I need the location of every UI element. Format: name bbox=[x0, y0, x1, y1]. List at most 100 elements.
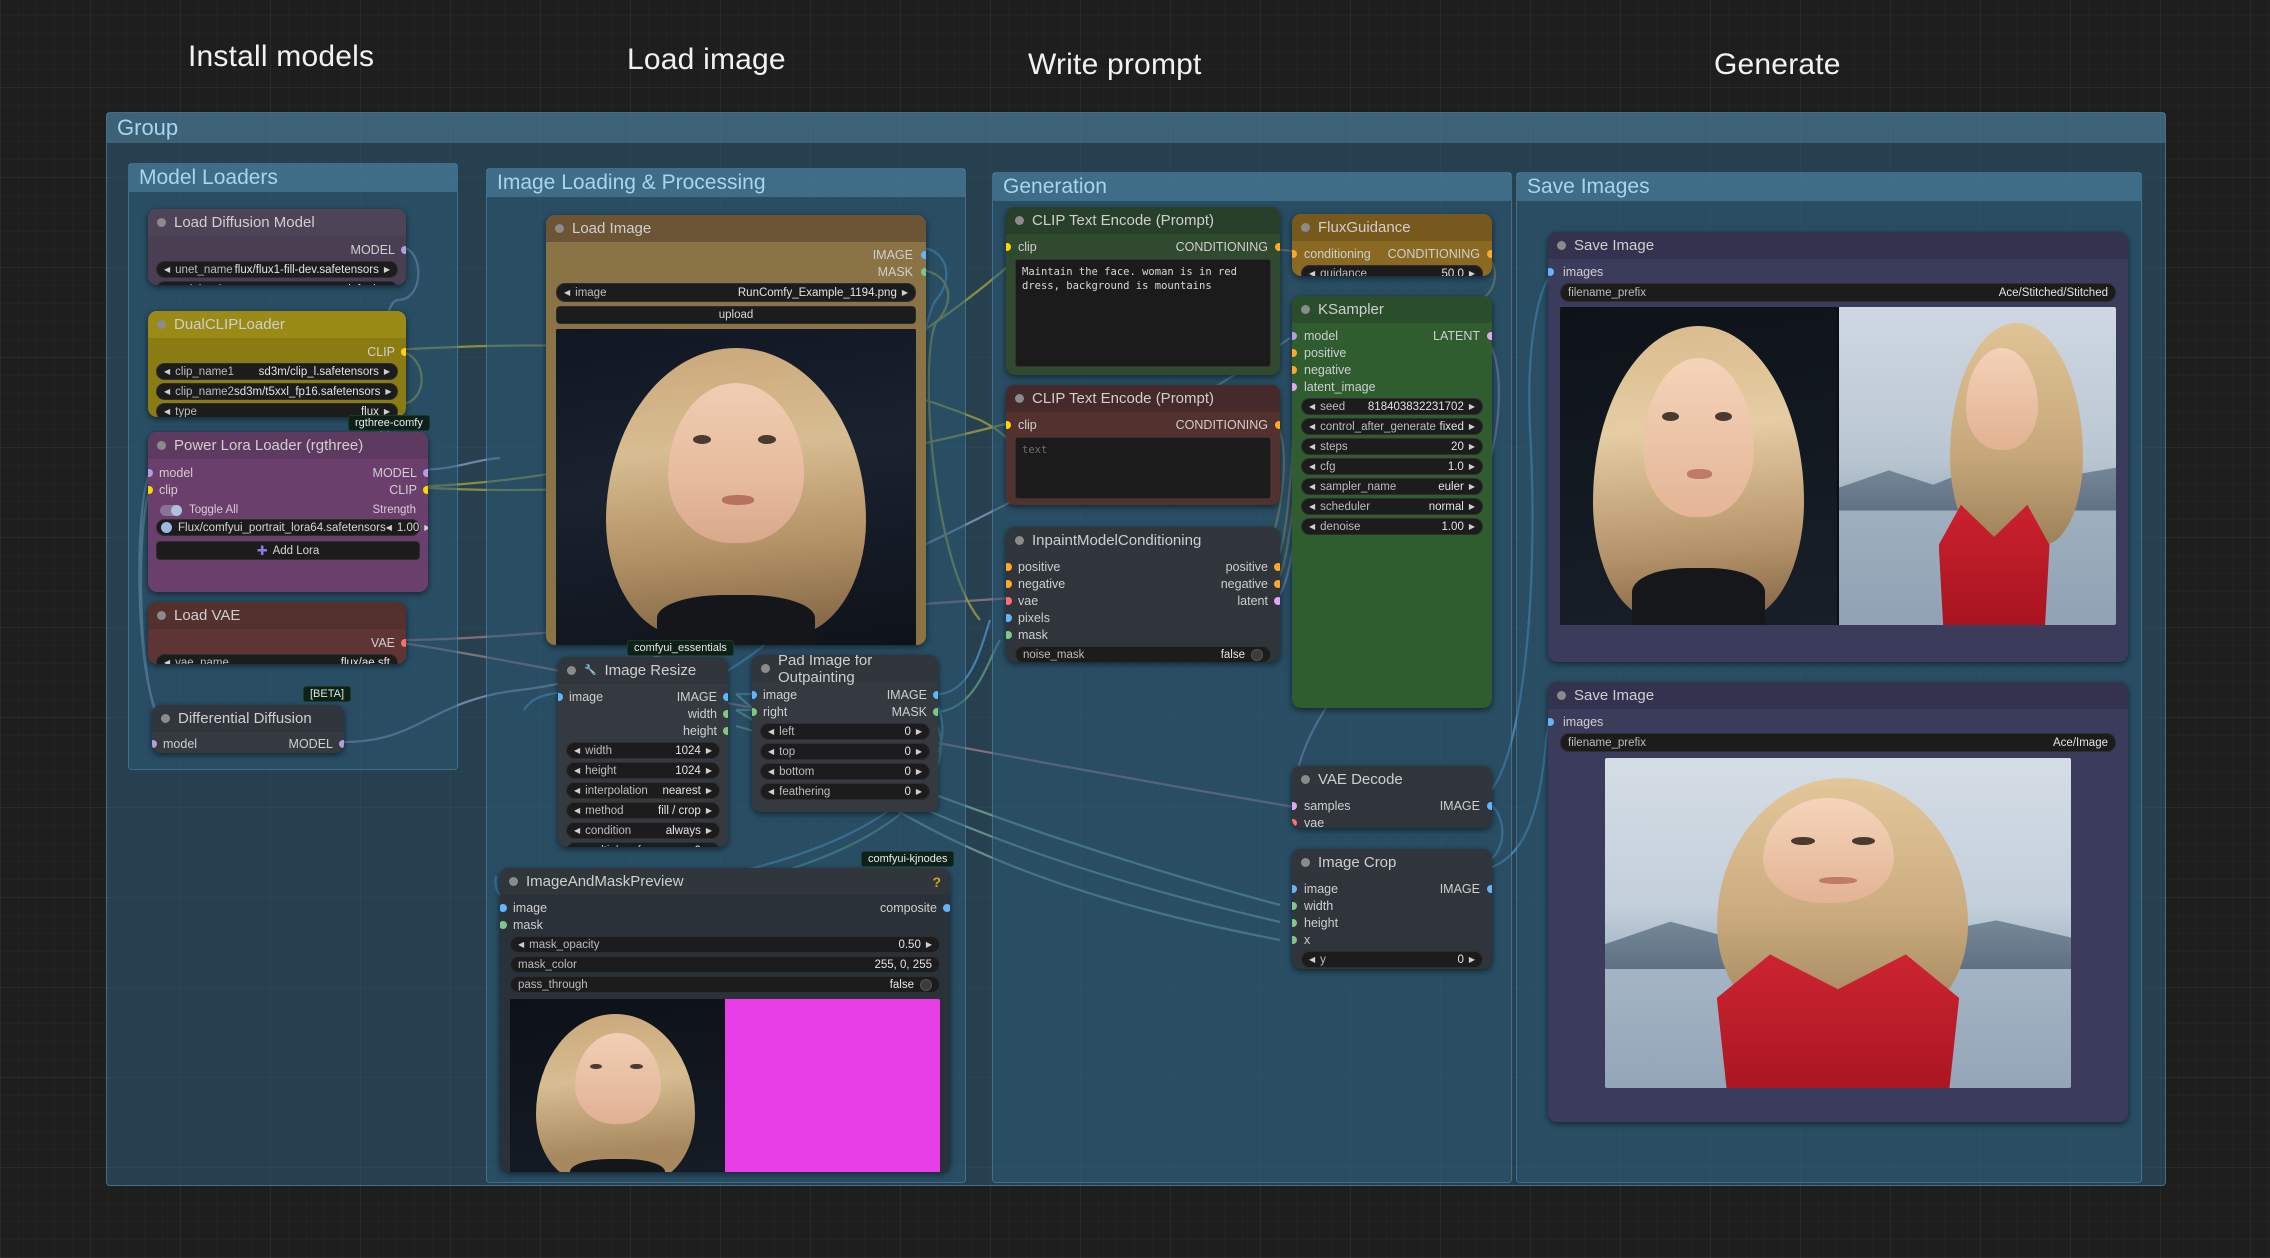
input-port-negative[interactable] bbox=[1006, 579, 1012, 588]
slot-model[interactable]: model LATENT bbox=[1292, 327, 1492, 344]
input-port-latent-image[interactable] bbox=[1292, 382, 1297, 391]
slot-samples[interactable]: samples IMAGE bbox=[1292, 797, 1492, 814]
slot-latent-image[interactable]: latent_image bbox=[1292, 378, 1483, 395]
chevron-left-icon[interactable]: ◀ bbox=[574, 766, 580, 775]
node-differential-diffusion[interactable]: Differential Diffusion model MODEL bbox=[152, 705, 344, 753]
output-port-image[interactable] bbox=[1487, 884, 1492, 893]
node-header[interactable]: Differential Diffusion bbox=[152, 705, 344, 732]
noise-mask-toggle[interactable] bbox=[1251, 648, 1263, 661]
chevron-right-icon[interactable]: ▶ bbox=[706, 826, 712, 835]
prompt-textarea[interactable]: text bbox=[1015, 437, 1271, 499]
widget-width[interactable]: ◀ width 1024 ▶ bbox=[566, 742, 720, 759]
slot-image[interactable]: image IMAGE bbox=[752, 686, 938, 703]
input-port-image[interactable] bbox=[752, 690, 757, 699]
output-port-image[interactable] bbox=[933, 690, 938, 699]
output-port-mask[interactable] bbox=[933, 707, 938, 716]
input-port-x[interactable] bbox=[1292, 935, 1297, 944]
widget-filename-prefix[interactable]: filename_prefix Ace/Stitched/Stitched bbox=[1560, 283, 2116, 302]
chevron-right-icon[interactable]: ▶ bbox=[706, 746, 712, 755]
node-header[interactable]: ImageAndMaskPreview ? bbox=[500, 868, 950, 895]
collapse-icon[interactable] bbox=[1301, 858, 1310, 867]
output-port-clip[interactable] bbox=[401, 347, 406, 356]
chevron-right-icon[interactable]: ▶ bbox=[1469, 955, 1475, 964]
widget-control-after-generate[interactable]: ◀ control_after_generate fixed ▶ bbox=[1301, 418, 1483, 435]
lora-enable-toggle[interactable] bbox=[161, 522, 172, 533]
input-port-positive[interactable] bbox=[1006, 562, 1012, 571]
node-power-lora-loader[interactable]: Power Lora Loader (rgthree) model MODEL … bbox=[148, 432, 428, 592]
chevron-right-icon[interactable]: ▶ bbox=[1469, 442, 1475, 451]
input-port-model[interactable] bbox=[1292, 331, 1297, 340]
node-save-image-single[interactable]: Save Image images filename_prefix Ace/Im… bbox=[1548, 682, 2128, 1122]
output-port-conditioning[interactable] bbox=[1487, 249, 1492, 258]
node-load-diffusion-model[interactable]: Load Diffusion Model MODEL ◀ unet_name f… bbox=[148, 209, 406, 285]
collapse-icon[interactable] bbox=[157, 441, 166, 450]
chevron-right-icon[interactable]: ▶ bbox=[706, 766, 712, 775]
collapse-icon[interactable] bbox=[1015, 216, 1024, 225]
node-image-and-mask-preview[interactable]: ImageAndMaskPreview ? image composite ma… bbox=[500, 868, 950, 1172]
widget-weight-dtype[interactable]: ◀ weight_dtype default ▶ bbox=[156, 281, 398, 285]
widget-filename-prefix[interactable]: filename_prefix Ace/Image bbox=[1560, 733, 2116, 752]
node-ksampler[interactable]: KSampler model LATENT positive negative … bbox=[1292, 296, 1492, 708]
collapse-icon[interactable] bbox=[1015, 394, 1024, 403]
widget-steps[interactable]: ◀ steps 20 ▶ bbox=[1301, 438, 1483, 455]
widget-unet-name[interactable]: ◀ unet_name flux/flux1-fill-dev.safetens… bbox=[156, 261, 398, 278]
node-clip-text-encode-negative[interactable]: CLIP Text Encode (Prompt) clip CONDITION… bbox=[1006, 385, 1280, 505]
input-port-model[interactable] bbox=[148, 468, 153, 477]
node-flux-guidance[interactable]: FluxGuidance conditioning CONDITIONING ◀… bbox=[1292, 214, 1492, 276]
node-load-vae[interactable]: Load VAE VAE ◀ vae_name flux/ae.sft bbox=[148, 602, 406, 664]
chevron-right-icon[interactable]: ▶ bbox=[916, 767, 922, 776]
collapse-icon[interactable] bbox=[157, 320, 166, 329]
chevron-left-icon[interactable]: ◀ bbox=[164, 387, 170, 396]
collapse-icon[interactable] bbox=[1301, 305, 1310, 314]
input-port-clip[interactable] bbox=[1006, 242, 1011, 251]
chevron-left-icon[interactable]: ◀ bbox=[574, 786, 580, 795]
chevron-left-icon[interactable]: ◀ bbox=[1309, 422, 1315, 431]
collapse-icon[interactable] bbox=[161, 714, 170, 723]
slot-height[interactable]: height bbox=[1292, 914, 1483, 931]
output-slot-model[interactable]: MODEL bbox=[156, 241, 406, 258]
slot-model[interactable]: model MODEL bbox=[148, 464, 428, 481]
chevron-left-icon[interactable]: ◀ bbox=[768, 727, 774, 736]
chevron-right-icon[interactable]: ▶ bbox=[1469, 462, 1475, 471]
collapse-icon[interactable] bbox=[567, 666, 576, 675]
node-header[interactable]: Save Image bbox=[1548, 682, 2128, 709]
widget-pass-through[interactable]: pass_through false bbox=[510, 976, 940, 993]
collapse-icon[interactable] bbox=[1557, 691, 1566, 700]
output-slot-clip[interactable]: CLIP bbox=[156, 343, 406, 360]
toggle-all-switch[interactable] bbox=[160, 504, 182, 516]
chevron-left-icon[interactable]: ◀ bbox=[164, 407, 170, 416]
chevron-right-icon[interactable]: ▶ bbox=[1469, 522, 1475, 531]
input-port-positive[interactable] bbox=[1292, 348, 1297, 357]
output-port-image[interactable] bbox=[1487, 801, 1492, 810]
chevron-right-icon[interactable]: ▶ bbox=[706, 846, 712, 847]
chevron-left-icon[interactable]: ◀ bbox=[1309, 402, 1315, 411]
widget-vae-name[interactable]: ◀ vae_name flux/ae.sft bbox=[156, 654, 398, 664]
chevron-right-icon[interactable]: ▶ bbox=[916, 787, 922, 796]
widget-noise-mask[interactable]: noise_mask false bbox=[1015, 646, 1271, 662]
node-image-resize[interactable]: 🔧 Image Resize image IMAGE width height … bbox=[558, 657, 728, 847]
chevron-right-icon[interactable]: ▶ bbox=[926, 940, 932, 949]
output-port-height[interactable] bbox=[723, 726, 728, 735]
chevron-left-icon[interactable]: ◀ bbox=[574, 746, 580, 755]
input-port-negative[interactable] bbox=[1292, 365, 1297, 374]
input-port-images[interactable] bbox=[1548, 267, 1554, 276]
collapse-icon[interactable] bbox=[509, 877, 518, 886]
chevron-left-icon[interactable]: ◀ bbox=[164, 265, 170, 274]
input-port-conditioning[interactable] bbox=[1292, 249, 1297, 258]
chevron-right-icon[interactable]: ▶ bbox=[916, 727, 922, 736]
slot-width-out[interactable]: width bbox=[566, 705, 728, 722]
chevron-left-icon[interactable]: ◀ bbox=[164, 658, 170, 664]
chevron-left-icon[interactable]: ◀ bbox=[768, 767, 774, 776]
slot-image[interactable]: image IMAGE bbox=[558, 688, 728, 705]
output-port-clip[interactable] bbox=[423, 485, 428, 494]
slot-images[interactable]: images bbox=[1548, 713, 2116, 730]
chevron-left-icon[interactable]: ◀ bbox=[768, 787, 774, 796]
chevron-right-icon[interactable]: ▶ bbox=[1469, 482, 1475, 491]
widget-multiple-of[interactable]: ◀ multiple_of 0 ▶ bbox=[566, 842, 720, 847]
chevron-right-icon[interactable]: ▶ bbox=[1469, 422, 1475, 431]
input-port-images[interactable] bbox=[1548, 717, 1554, 726]
chevron-left-icon[interactable]: ◀ bbox=[574, 826, 580, 835]
chevron-left-icon[interactable]: ◀ bbox=[1309, 482, 1315, 491]
output-port-composite[interactable] bbox=[943, 903, 950, 912]
chevron-right-icon[interactable]: ▶ bbox=[385, 387, 391, 396]
